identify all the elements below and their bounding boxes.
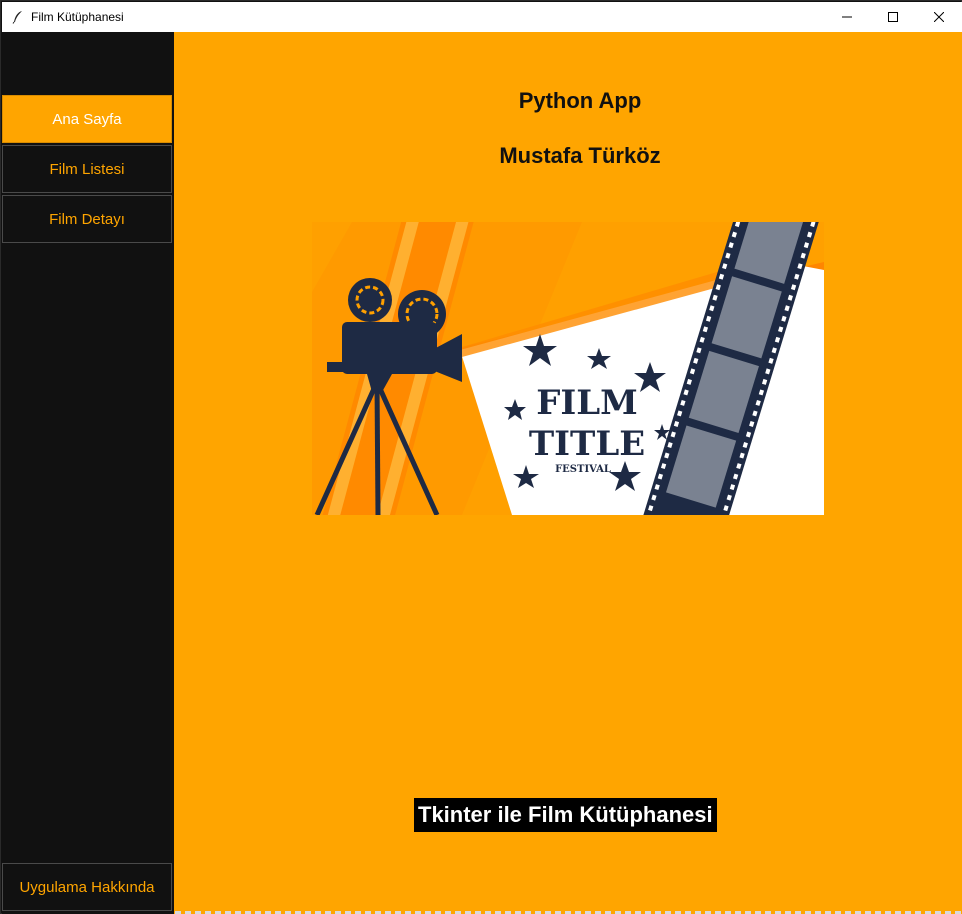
about-button[interactable]: Uygulama Hakkında (2, 863, 172, 911)
app-title: Python App (518, 88, 642, 113)
feather-icon (12, 11, 22, 24)
maximize-button[interactable] (870, 2, 916, 32)
banner-line2: TITLE (529, 424, 645, 464)
nav-ana-sayfa-button[interactable]: Ana Sayfa (2, 95, 172, 143)
footer-label: Tkinter ile Film Kütüphanesi (414, 798, 717, 832)
close-button[interactable] (916, 2, 962, 32)
maximize-icon (888, 12, 898, 22)
banner-line3: FESTIVAL (555, 464, 611, 475)
author-name: Mustafa Türköz (499, 143, 661, 168)
banner-line1: FILM (536, 383, 638, 423)
sidebar: Ana Sayfa Film Listesi Film Detayı Uygul… (2, 32, 174, 914)
app-window: Film Kütüphanesi Ana Sayfa Film Listesi … (0, 0, 962, 914)
main-content: Python App Mustafa Türköz FILM TITLE FES… (174, 32, 962, 914)
nav-film-detayi-button[interactable]: Film Detayı (2, 195, 172, 243)
close-icon (934, 12, 944, 22)
title-bar[interactable]: Film Kütüphanesi (2, 2, 962, 32)
minimize-button[interactable] (824, 2, 870, 32)
nav-film-listesi-button[interactable]: Film Listesi (2, 145, 172, 193)
film-festival-banner: FILM TITLE FESTIVAL (312, 222, 824, 515)
minimize-icon (842, 16, 852, 18)
window-title: Film Kütüphanesi (31, 10, 124, 24)
